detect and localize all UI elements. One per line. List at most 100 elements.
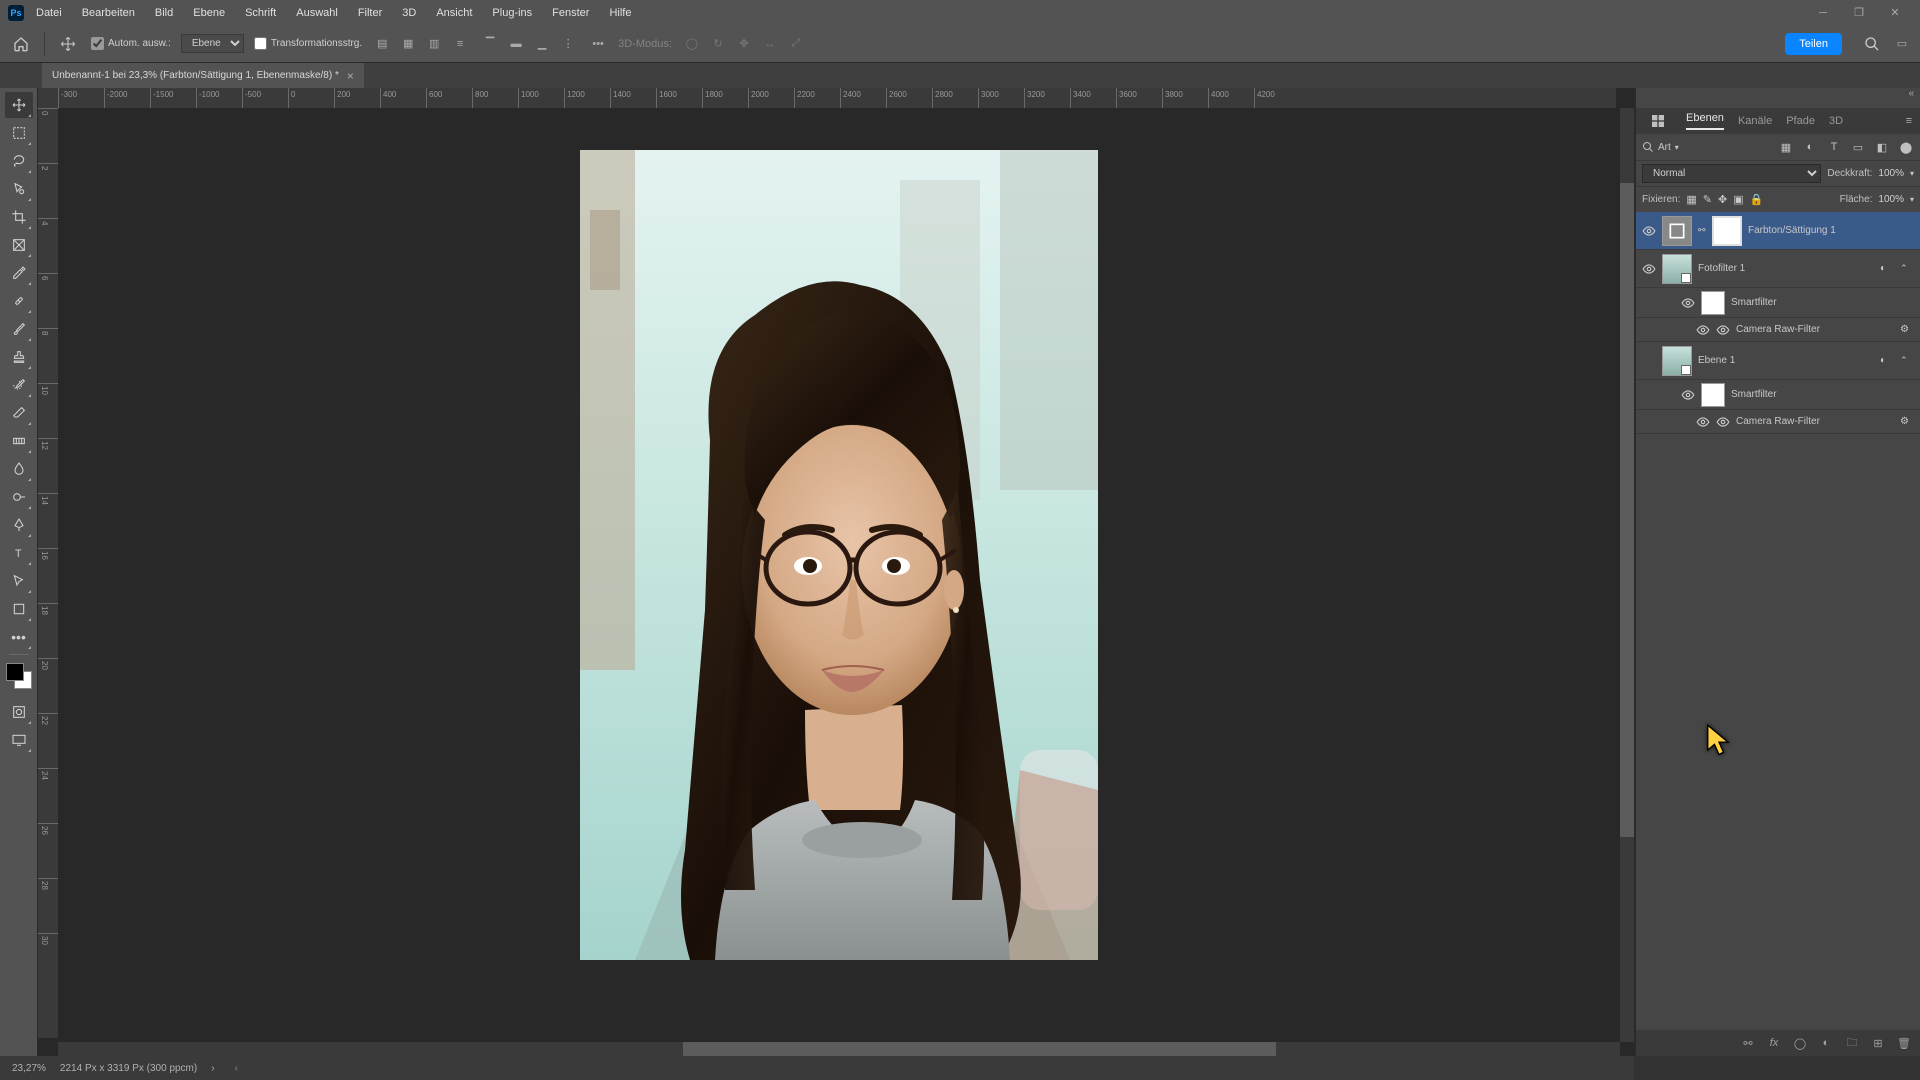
auto-select-target[interactable]: Ebene: [181, 34, 244, 53]
quickmask-tool[interactable]: [5, 699, 33, 725]
search-icon[interactable]: [1862, 34, 1882, 54]
filter-toggle-icon[interactable]: ⬤: [1898, 139, 1914, 155]
restore-button[interactable]: ❐: [1842, 2, 1876, 24]
link-layers-icon[interactable]: ⚯: [1740, 1035, 1756, 1051]
layer-thumbnail[interactable]: [1662, 216, 1692, 246]
path-select-tool[interactable]: [5, 568, 33, 594]
filter-type-icon[interactable]: T: [1826, 139, 1842, 155]
workspace-icon[interactable]: ▭: [1892, 34, 1912, 54]
layer-row[interactable]: Smartfilter: [1636, 288, 1920, 318]
tab-pfade[interactable]: Pfade: [1786, 115, 1815, 127]
close-tab-icon[interactable]: ×: [347, 69, 354, 83]
layer-visibility-icon[interactable]: [1642, 354, 1656, 368]
delete-layer-icon[interactable]: 🗑: [1896, 1035, 1912, 1051]
link-icon[interactable]: ⚯: [1698, 225, 1706, 236]
layer-row[interactable]: Camera Raw-Filter ⚙: [1636, 318, 1920, 342]
layer-row[interactable]: Fotofilter 1◐⌃: [1636, 250, 1920, 288]
stamp-tool[interactable]: [5, 344, 33, 370]
menu-hilfe[interactable]: Hilfe: [599, 3, 641, 23]
menu-fenster[interactable]: Fenster: [542, 3, 599, 23]
align-right-icon[interactable]: ▥: [424, 34, 444, 54]
align-left-icon[interactable]: ▤: [372, 34, 392, 54]
healing-tool[interactable]: [5, 288, 33, 314]
gradient-tool[interactable]: [5, 428, 33, 454]
document-tab[interactable]: Unbenannt-1 bei 23,3% (Farbton/Sättigung…: [42, 63, 364, 88]
move-tool-icon[interactable]: [55, 31, 81, 57]
lock-artboard-icon[interactable]: ▣: [1733, 193, 1743, 206]
layer-fx-icon[interactable]: fx: [1766, 1035, 1782, 1051]
shape-tool[interactable]: [5, 596, 33, 622]
move-tool[interactable]: [5, 92, 33, 118]
tab-ebenen[interactable]: Ebenen: [1686, 112, 1724, 130]
layer-visibility-icon[interactable]: [1642, 224, 1656, 238]
pen-tool[interactable]: [5, 512, 33, 538]
frame-tool[interactable]: [5, 232, 33, 258]
vertical-ruler[interactable]: 024681012141618202224262830: [38, 108, 58, 1038]
canvas-image[interactable]: [580, 150, 1098, 960]
layer-row[interactable]: Smartfilter: [1636, 380, 1920, 410]
layer-row[interactable]: Camera Raw-Filter⚙: [1636, 410, 1920, 434]
filter-settings-icon[interactable]: ⚙: [1900, 324, 1914, 335]
layer-thumbnail[interactable]: [1662, 346, 1692, 376]
layer-thumbnail[interactable]: [1662, 254, 1692, 284]
panel-menu-icon[interactable]: ≡: [1906, 115, 1912, 127]
zoom-level[interactable]: 23,27%: [12, 1063, 46, 1074]
screenmode-tool[interactable]: [5, 727, 33, 753]
filter-visibility-icon[interactable]: [1716, 323, 1730, 337]
menu-ebene[interactable]: Ebene: [183, 3, 235, 23]
tab-kanaele[interactable]: Kanäle: [1738, 115, 1772, 127]
adjustment-layer-icon[interactable]: ◐: [1818, 1035, 1834, 1051]
align-top-icon[interactable]: ▔: [480, 34, 500, 54]
layer-row[interactable]: ⚯ Farbton/Sättigung 1: [1636, 212, 1920, 250]
menu-filter[interactable]: Filter: [348, 3, 392, 23]
align-center-h-icon[interactable]: ▦: [398, 34, 418, 54]
scrollbar-horizontal[interactable]: [58, 1042, 1620, 1056]
layer-name[interactable]: Fotofilter 1: [1698, 263, 1874, 274]
eraser-tool[interactable]: [5, 400, 33, 426]
layer-name[interactable]: Smartfilter: [1731, 389, 1914, 400]
crop-tool[interactable]: [5, 204, 33, 230]
marquee-tool[interactable]: [5, 120, 33, 146]
layer-name[interactable]: Smartfilter: [1731, 297, 1914, 308]
panel-icon[interactable]: [1644, 107, 1672, 135]
dodge-tool[interactable]: [5, 484, 33, 510]
history-brush-tool[interactable]: [5, 372, 33, 398]
filter-settings-icon[interactable]: ⚙: [1900, 416, 1914, 427]
layer-mask-icon[interactable]: ◯: [1792, 1035, 1808, 1051]
eyedropper-tool[interactable]: [5, 260, 33, 286]
menu-schrift[interactable]: Schrift: [235, 3, 286, 23]
minimize-button[interactable]: ─: [1806, 2, 1840, 24]
layers-list[interactable]: ⚯ Farbton/Sättigung 1 Fotofilter 1◐⌃ Smartf…: [1636, 212, 1920, 1030]
distribute-v-icon[interactable]: ⋮: [558, 34, 578, 54]
distribute-h-icon[interactable]: ≡: [450, 34, 470, 54]
filter-pixel-icon[interactable]: ▦: [1778, 139, 1794, 155]
menu-ansicht[interactable]: Ansicht: [426, 3, 482, 23]
color-swatches[interactable]: [6, 663, 32, 689]
fill-value[interactable]: 100%: [1878, 194, 1904, 205]
collapse-icon[interactable]: ⌃: [1900, 263, 1914, 274]
layer-visibility-icon[interactable]: [1681, 388, 1695, 402]
layer-name[interactable]: Camera Raw-Filter: [1736, 324, 1894, 335]
layer-visibility-icon[interactable]: [1642, 262, 1656, 276]
share-button[interactable]: Teilen: [1785, 33, 1842, 55]
foreground-color[interactable]: [6, 663, 24, 681]
canvas-viewport[interactable]: [58, 108, 1620, 1042]
layer-filter-type[interactable]: Art ▾: [1642, 141, 1679, 153]
layer-visibility-icon[interactable]: [1681, 296, 1695, 310]
lock-position-icon[interactable]: ✥: [1718, 193, 1727, 206]
horizontal-ruler[interactable]: -300-2000-1500-1000-50002004006008001000…: [58, 88, 1616, 108]
close-window-button[interactable]: ✕: [1878, 2, 1912, 24]
menu-bild[interactable]: Bild: [145, 3, 183, 23]
filter-shape-icon[interactable]: ▭: [1850, 139, 1866, 155]
layer-visibility-icon[interactable]: [1696, 323, 1710, 337]
layer-mask-thumbnail[interactable]: [1712, 216, 1742, 246]
type-tool[interactable]: T: [5, 540, 33, 566]
collapse-panel-icon[interactable]: «: [1636, 88, 1920, 108]
blur-tool[interactable]: [5, 456, 33, 482]
layer-name[interactable]: Ebene 1: [1698, 355, 1874, 366]
menu-auswahl[interactable]: Auswahl: [286, 3, 348, 23]
lock-pixels-icon[interactable]: ✎: [1703, 193, 1712, 206]
layer-name[interactable]: Farbton/Sättigung 1: [1748, 225, 1914, 236]
quick-select-tool[interactable]: [5, 176, 33, 202]
doc-info-chevron[interactable]: ›: [211, 1063, 214, 1074]
